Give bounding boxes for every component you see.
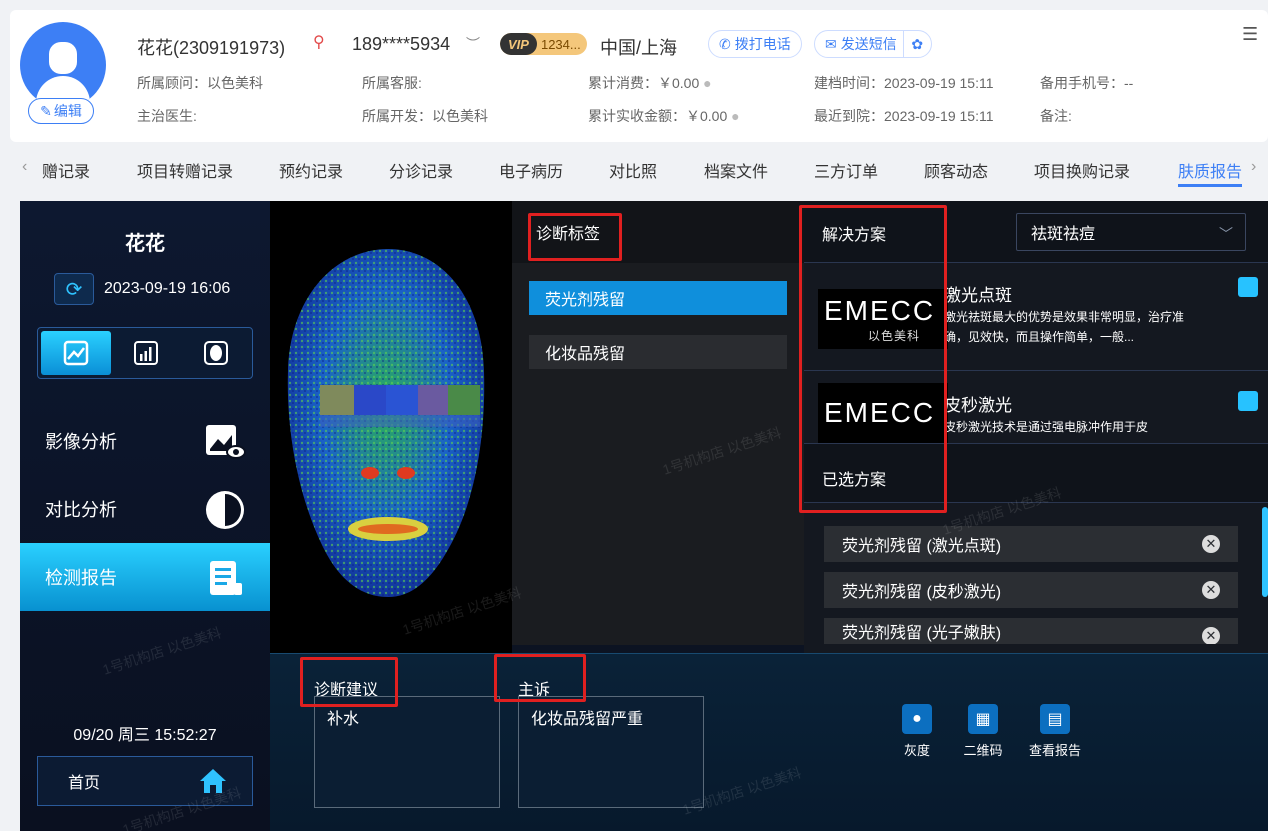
face-view-icon[interactable] bbox=[181, 331, 251, 375]
emecc-logo: EMECC bbox=[818, 383, 948, 443]
chart-view-icon[interactable] bbox=[111, 331, 181, 375]
solution-panel: 解决方案 祛斑祛痘 ﹀ EMECC 以色美科 激光点斑 激光祛斑最大的优势是效果非… bbox=[804, 201, 1268, 653]
selected-plan-chip: 荧光剂残留 (皮秒激光) ✕ bbox=[824, 572, 1238, 608]
tab-exchange-record[interactable]: 项目换购记录 bbox=[1034, 158, 1130, 182]
face-scan-image bbox=[270, 201, 512, 653]
view-mode-bar bbox=[37, 327, 253, 379]
tag-fluorescent-residue[interactable]: 荧光剂残留 bbox=[529, 281, 787, 315]
tab-transfer-record[interactable]: 项目转赠记录 bbox=[137, 158, 233, 182]
selected-plan-chip: 荧光剂残留 (光子嫩肤) ✕ bbox=[824, 618, 1238, 644]
vip-badge: VIP 1234... bbox=[500, 33, 587, 55]
info-icon: ● bbox=[703, 75, 712, 91]
info-icon: ● bbox=[731, 108, 740, 124]
solution-item-desc: 皮秒激光技术是通过强电脉冲作用于皮 bbox=[944, 420, 1149, 433]
mail-icon: ✉ bbox=[825, 35, 837, 52]
solution-item-name: 激光点斑 bbox=[944, 286, 1012, 305]
service: 所属客服: bbox=[362, 75, 422, 91]
solution-item-desc: 激光祛斑最大的优势是效果非常明显，治疗准确，见效快，而且操作简单，一般... bbox=[944, 310, 1185, 344]
tab-medical-record[interactable]: 电子病历 bbox=[499, 158, 563, 182]
close-icon[interactable]: ✕ bbox=[1202, 627, 1220, 644]
solution-category-select[interactable]: 祛斑祛痘 ﹀ bbox=[1016, 213, 1246, 251]
refresh-icon[interactable]: ⟳ bbox=[54, 273, 94, 305]
tab-skin-report[interactable]: 肤质报告 bbox=[1178, 158, 1242, 182]
tab-triage[interactable]: 分诊记录 bbox=[389, 158, 453, 182]
tab-scroll-left-icon[interactable]: ‹ bbox=[22, 158, 27, 176]
solution-checkbox[interactable] bbox=[1238, 277, 1258, 297]
diagnosis-title: 诊断标签 bbox=[512, 201, 804, 263]
selected-plan-header: 已选方案 bbox=[804, 443, 1268, 503]
close-icon[interactable]: ✕ bbox=[1202, 581, 1220, 599]
pencil-icon: ✎ bbox=[40, 102, 52, 119]
solution-title: 解决方案 bbox=[822, 227, 887, 244]
advice-section: 诊断建议 补水 主诉 化妆品残留严重 ● 灰度 ▦ 二维码 ▤ 查看报告 bbox=[270, 653, 1268, 831]
gear-icon[interactable]: ✿ bbox=[902, 31, 931, 57]
contrast-icon bbox=[204, 489, 246, 531]
qrcode-button[interactable]: ▦ 二维码 bbox=[948, 704, 1018, 759]
sidebar-clock: 09/20 周三 15:52:27 bbox=[73, 727, 217, 744]
eye-closed-icon[interactable]: ︶ bbox=[466, 34, 480, 54]
emecc-logo: EMECC 以色美科 bbox=[818, 289, 948, 349]
tag-cosmetic-residue[interactable]: 化妆品残留 bbox=[529, 335, 787, 369]
home-button[interactable]: 首页 bbox=[37, 756, 253, 806]
close-icon[interactable]: ✕ bbox=[1202, 535, 1220, 553]
chevron-down-icon: ﹀ bbox=[1219, 226, 1233, 242]
gender-icon: ⚲ bbox=[313, 34, 325, 51]
solution-item-name: 皮秒激光 bbox=[944, 396, 1012, 415]
sidebar-date: 2023-09-19 16:06 bbox=[104, 280, 231, 297]
image-view-icon[interactable] bbox=[41, 331, 111, 375]
region: 中国/上海 bbox=[600, 38, 678, 58]
face-silhouette-icon: ● bbox=[902, 704, 932, 734]
sms-button[interactable]: ✉ 发送短信 ✿ bbox=[814, 30, 932, 58]
selected-plan-chip: 荧光剂残留 (激光点斑) ✕ bbox=[824, 526, 1238, 562]
image-analysis-icon bbox=[204, 421, 246, 463]
customer-header: ✎ 编辑 花花(2309191973) ⚲ 189****5934 ︶ VIP 12… bbox=[10, 10, 1268, 142]
qrcode-icon: ▦ bbox=[968, 704, 998, 734]
consultant: 所属顾问：以色美科 bbox=[137, 75, 263, 91]
tab-gift-record[interactable]: 赠记录 bbox=[42, 158, 90, 182]
solution-item[interactable]: EMECC 皮秒激光 皮秒激光技术是通过强电脉冲作用于皮 bbox=[804, 375, 1268, 443]
advice-field[interactable]: 补水 bbox=[314, 696, 500, 808]
customer-phone: 189****5934 bbox=[352, 34, 451, 54]
backup-phone: 备用手机号：-- bbox=[1040, 75, 1134, 91]
sidebar-date-row: ⟳ 2023-09-19 16:06 bbox=[54, 273, 230, 305]
avatar bbox=[20, 22, 106, 108]
created-time: 建档时间：2023-09-19 15:11 bbox=[814, 75, 994, 91]
grayscale-button[interactable]: ● 灰度 bbox=[882, 704, 952, 759]
phone-icon: ✆ bbox=[719, 35, 731, 52]
call-button[interactable]: ✆ 拨打电话 bbox=[708, 30, 802, 58]
tab-customer-activity[interactable]: 顾客动态 bbox=[924, 158, 988, 182]
remark: 备注: bbox=[1040, 108, 1072, 124]
settings-sliders-icon[interactable]: ☰ bbox=[1242, 24, 1258, 45]
skin-report-panel: 花花 ⟳ 2023-09-19 16:06 影像分析 对比分析 检测报告 09/… bbox=[20, 201, 1268, 831]
tab-compare-photos[interactable]: 对比照 bbox=[609, 158, 657, 182]
edit-button[interactable]: ✎ 编辑 bbox=[28, 98, 94, 124]
sidebar-customer-name: 花花 bbox=[125, 233, 165, 255]
total-received: 累计实收金额：￥0.00 ● bbox=[588, 108, 740, 124]
view-report-button[interactable]: ▤ 查看报告 bbox=[1020, 704, 1090, 759]
report-scroll-icon bbox=[204, 557, 246, 599]
report-sidebar: 花花 ⟳ 2023-09-19 16:06 影像分析 对比分析 检测报告 09/… bbox=[20, 201, 270, 831]
doctor: 主治医生: bbox=[137, 108, 197, 124]
tab-scroll-right-icon[interactable]: › bbox=[1251, 158, 1256, 176]
tab-bar: ‹ 赠记录 项目转赠记录 预约记录 分诊记录 电子病历 对比照 档案文件 三方订… bbox=[0, 148, 1268, 192]
home-icon bbox=[198, 767, 228, 800]
report-icon: ▤ bbox=[1040, 704, 1070, 734]
solution-header: 解决方案 祛斑祛痘 ﹀ bbox=[804, 201, 1268, 263]
active-tab-indicator bbox=[1178, 184, 1242, 187]
menu-detection-report[interactable]: 检测报告 bbox=[20, 543, 270, 611]
developer: 所属开发：以色美科 bbox=[362, 108, 488, 124]
diagnosis-tag-panel: 诊断标签 荧光剂残留 化妆品残留 bbox=[512, 201, 804, 645]
solution-checkbox[interactable] bbox=[1238, 391, 1258, 411]
tab-appointment[interactable]: 预约记录 bbox=[279, 158, 343, 182]
menu-compare-analysis[interactable]: 对比分析 bbox=[20, 475, 270, 543]
tab-third-party-orders[interactable]: 三方订单 bbox=[814, 158, 878, 182]
customer-name: 花花(2309191973) bbox=[137, 38, 286, 58]
solution-item[interactable]: EMECC 以色美科 激光点斑 激光祛斑最大的优势是效果非常明显，治疗准确，见效快… bbox=[804, 267, 1268, 371]
menu-image-analysis[interactable]: 影像分析 bbox=[20, 407, 270, 475]
total-spent: 累计消费：￥0.00 ● bbox=[588, 75, 712, 91]
selected-plan-scrollbar[interactable] bbox=[1262, 507, 1268, 597]
tab-archive-files[interactable]: 档案文件 bbox=[704, 158, 768, 182]
last-visit: 最近到院：2023-09-19 15:11 bbox=[814, 108, 994, 124]
complaint-field[interactable]: 化妆品残留严重 bbox=[518, 696, 704, 808]
